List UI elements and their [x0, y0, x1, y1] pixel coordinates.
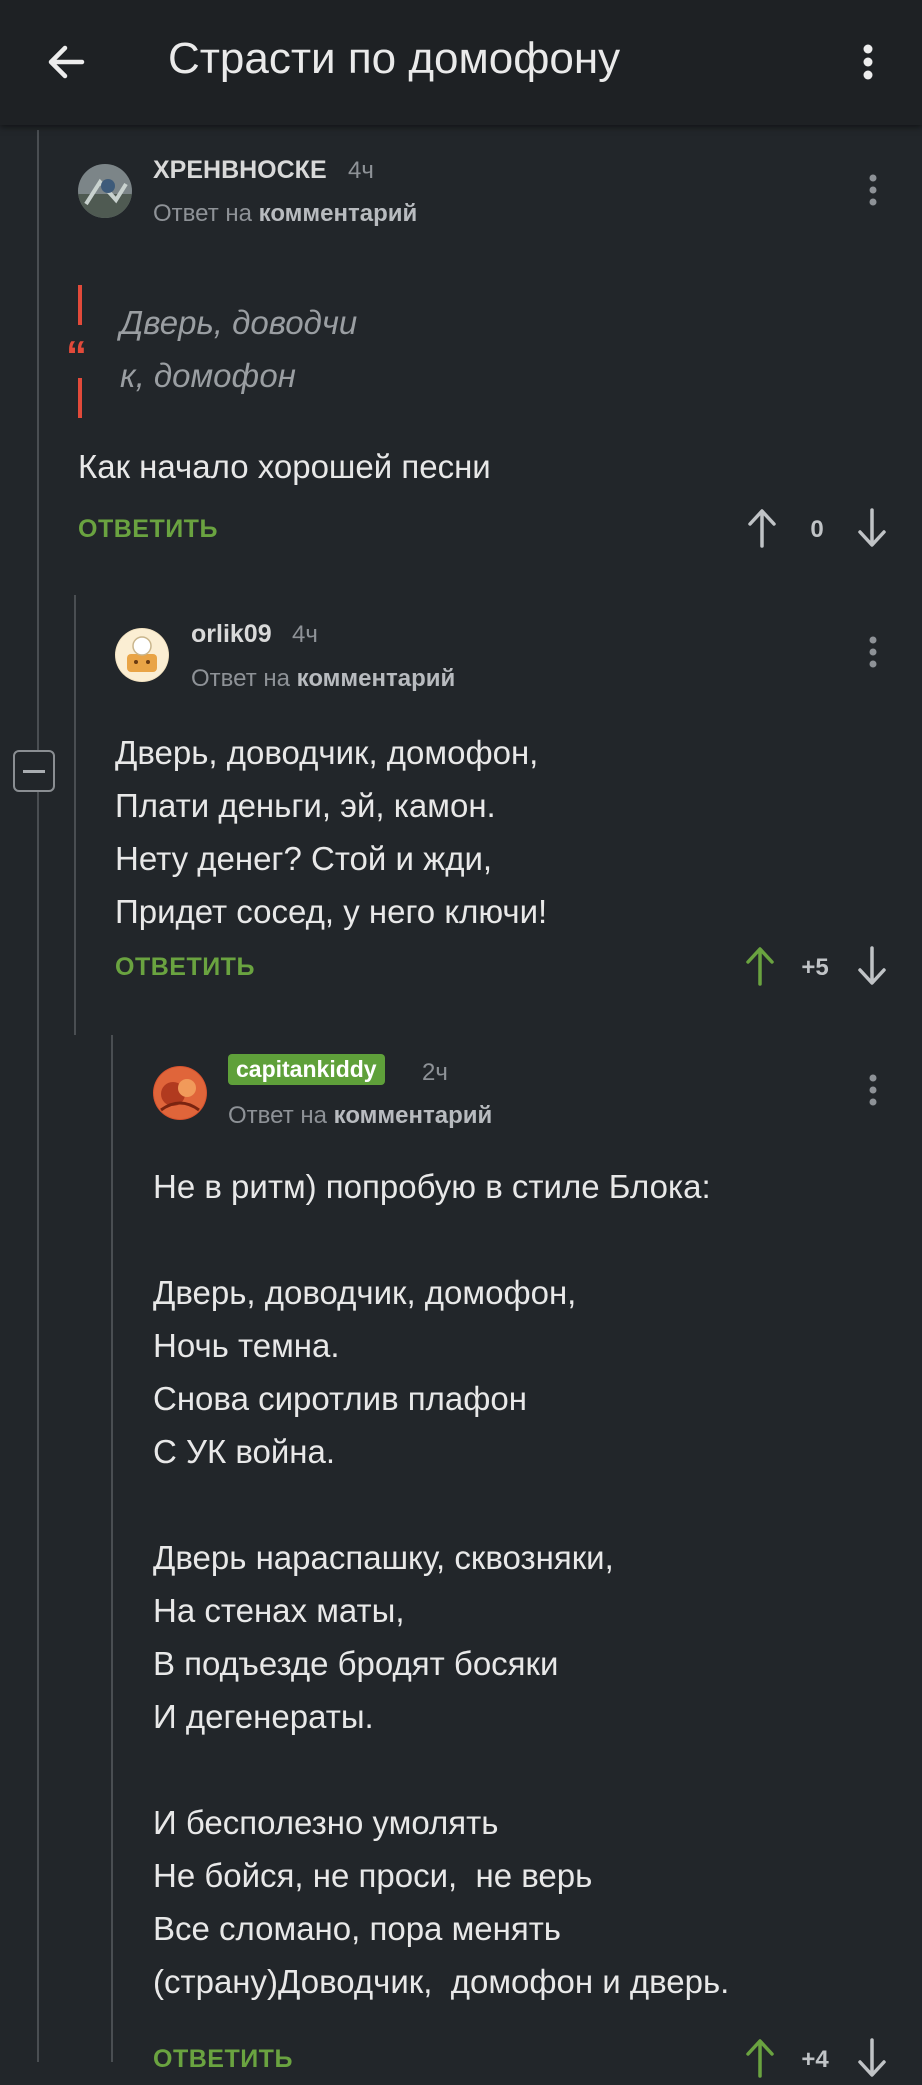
quote-text: Дверь, доводчи к, домофон	[120, 304, 358, 394]
reply-prefix: Ответ на	[191, 665, 290, 692]
avatar[interactable]	[78, 164, 132, 218]
reply-target-link[interactable]: комментарий	[297, 665, 456, 692]
arrow-down-icon[interactable]	[855, 506, 889, 550]
comment-time: 4ч	[348, 157, 374, 184]
reply-to[interactable]: Ответ на комментарий	[153, 200, 417, 228]
thread-line	[111, 1035, 113, 2062]
thread-line	[37, 130, 39, 2062]
arrow-down-icon[interactable]	[855, 944, 889, 988]
reply-prefix: Ответ на	[153, 200, 252, 227]
reply-prefix: Ответ на	[228, 1102, 327, 1129]
avatar[interactable]	[115, 628, 169, 682]
quote-bar	[78, 285, 82, 325]
back-arrow-icon[interactable]	[38, 32, 98, 92]
username[interactable]: capitankiddy	[228, 1054, 385, 1085]
comment-body: Как начало хорошей песни	[78, 448, 491, 485]
arrow-down-icon[interactable]	[855, 2036, 889, 2080]
quote-icon: “	[66, 332, 87, 379]
collapse-icon[interactable]	[13, 750, 55, 792]
comment-score: 0	[810, 516, 824, 543]
reply-target-link[interactable]: комментарий	[334, 1102, 493, 1129]
more-vertical-icon[interactable]	[850, 32, 890, 92]
comment-body: Дверь, доводчик, домофон, Плати деньги, …	[115, 734, 548, 930]
comment-time: 4ч	[292, 621, 318, 648]
reply-button[interactable]: ОТВЕТИТЬ	[115, 953, 255, 982]
arrow-up-icon[interactable]	[745, 506, 779, 550]
kebab-icon[interactable]	[858, 168, 888, 216]
thread-line	[74, 595, 76, 1035]
app-bar: Страсти по домофону	[0, 0, 922, 125]
arrow-up-icon[interactable]	[743, 944, 777, 988]
page-title: Страсти по домофону	[168, 34, 621, 83]
avatar[interactable]	[153, 1066, 207, 1120]
comment-time: 2ч	[422, 1059, 448, 1086]
reply-to[interactable]: Ответ на комментарий	[191, 665, 455, 693]
comment-score: +5	[801, 954, 829, 981]
username[interactable]: orlik09	[191, 620, 272, 649]
kebab-icon[interactable]	[858, 630, 888, 678]
reply-target-link[interactable]: комментарий	[259, 200, 418, 227]
arrow-up-icon[interactable]	[743, 2036, 777, 2080]
username[interactable]: ХРЕНВНОСКЕ	[153, 156, 327, 185]
kebab-icon[interactable]	[858, 1068, 888, 1116]
comment-score: +4	[801, 2046, 829, 2073]
quote-bar	[78, 378, 82, 418]
reply-button[interactable]: ОТВЕТИТЬ	[153, 2045, 293, 2074]
comment-body: Не в ритм) попробую в стиле Блока: Дверь…	[153, 1168, 730, 2000]
reply-button[interactable]: ОТВЕТИТЬ	[78, 515, 218, 544]
reply-to[interactable]: Ответ на комментарий	[228, 1102, 492, 1130]
